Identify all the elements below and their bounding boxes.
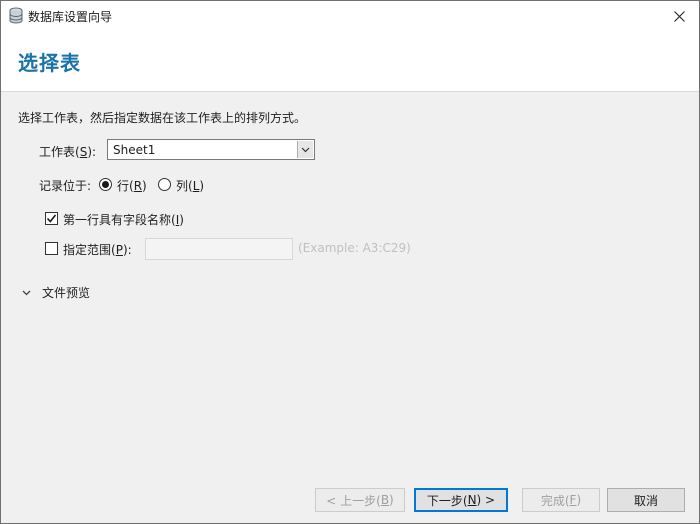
finish-button[interactable]: 完成(F) xyxy=(522,488,600,512)
instructions-text: 选择工作表，然后指定数据在该工作表上的排列方式。 xyxy=(18,111,307,125)
row-radio[interactable] xyxy=(99,178,112,191)
database-setup-wizard-window: 数据库设置向导 选择表 选择工作表，然后指定数据在该工作表上的排列方式。 工作表… xyxy=(0,0,700,524)
checkmark-icon xyxy=(46,214,57,223)
database-icon xyxy=(9,7,23,24)
records-location-label: 记录位于: xyxy=(39,179,92,193)
worksheet-select[interactable]: Sheet1 xyxy=(107,139,315,160)
worksheet-label: 工作表(S): xyxy=(39,145,97,159)
wizard-header: 选择表 xyxy=(1,31,699,92)
title-bar: 数据库设置向导 xyxy=(1,1,699,31)
chevron-down-icon xyxy=(22,290,31,295)
page-title: 选择表 xyxy=(18,51,81,75)
window-title: 数据库设置向导 xyxy=(28,10,113,24)
row-radio-label[interactable]: 行(R) xyxy=(117,177,147,194)
file-preview-label: 文件预览 xyxy=(42,286,91,300)
worksheet-select-value: Sheet1 xyxy=(113,143,156,157)
first-row-field-names-label[interactable]: 第一行具有字段名称(I) xyxy=(63,211,184,228)
cancel-button[interactable]: 取消 xyxy=(607,488,685,512)
column-radio[interactable] xyxy=(158,178,171,191)
worksheet-select-arrow[interactable] xyxy=(297,141,313,158)
specify-range-label[interactable]: 指定范围(P): xyxy=(63,241,132,258)
first-row-field-names-checkbox[interactable] xyxy=(45,212,58,225)
range-example-hint: (Example: A3:C29) xyxy=(298,241,411,255)
close-icon xyxy=(673,10,685,22)
range-input[interactable] xyxy=(145,238,293,260)
specify-range-checkbox[interactable] xyxy=(45,242,58,255)
close-button[interactable] xyxy=(659,1,699,31)
back-button[interactable]: < 上一步(B) xyxy=(315,488,405,512)
column-radio-label[interactable]: 列(L) xyxy=(176,177,204,194)
chevron-down-icon xyxy=(301,147,310,152)
file-preview-expander[interactable]: 文件预览 xyxy=(22,284,90,301)
next-button[interactable]: 下一步(N) > xyxy=(414,488,508,512)
